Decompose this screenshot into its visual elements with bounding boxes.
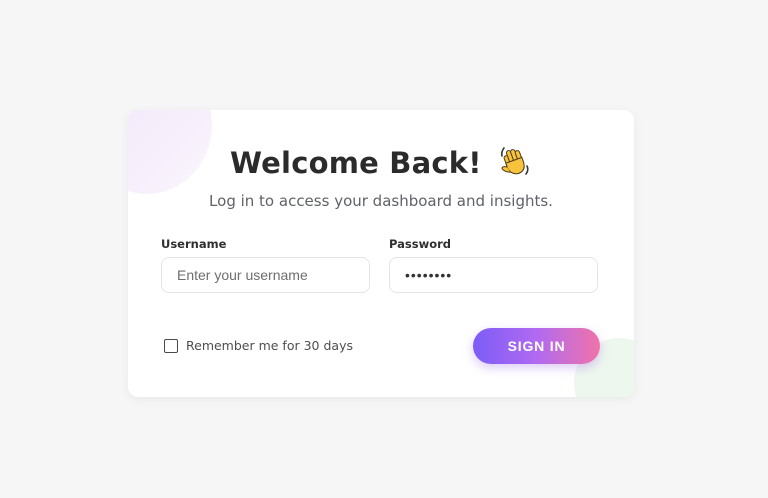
- password-label: Password: [389, 237, 451, 251]
- username-input[interactable]: [161, 257, 370, 293]
- subtitle: Log in to access your dashboard and insi…: [209, 192, 553, 210]
- password-input[interactable]: [389, 257, 598, 293]
- waving-hand-icon: [498, 144, 532, 178]
- remember-me[interactable]: Remember me for 30 days: [164, 338, 353, 353]
- title-text: Welcome Back!: [230, 146, 482, 180]
- sign-in-button[interactable]: SIGN IN: [473, 328, 600, 364]
- page-title: Welcome Back!: [128, 144, 634, 180]
- remember-checkbox[interactable]: [164, 338, 178, 353]
- login-card: Welcome Back! Log in to access your dash…: [128, 110, 634, 397]
- remember-label: Remember me for 30 days: [186, 338, 353, 353]
- username-label: Username: [161, 237, 227, 251]
